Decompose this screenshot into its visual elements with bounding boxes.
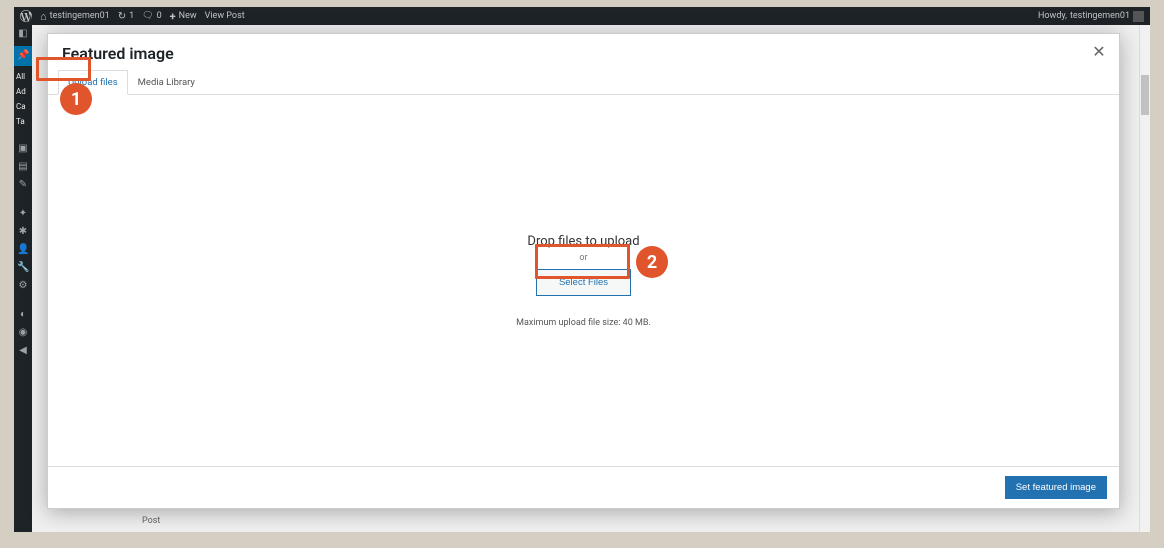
- admin-bar-right: Howdy, testingemen01: [1038, 11, 1144, 22]
- site-name-text: testingemen01: [50, 11, 110, 21]
- select-files-label: Select Files: [559, 277, 608, 288]
- updates-link[interactable]: 1: [118, 11, 134, 22]
- background-text: Post: [142, 516, 160, 526]
- scrollbar-track[interactable]: [1139, 25, 1150, 532]
- new-content-link[interactable]: New: [170, 10, 197, 23]
- view-post-link[interactable]: View Post: [205, 11, 245, 21]
- admin-bar-left: testingemen01 1 0 New View Post: [20, 10, 245, 23]
- plugins-icon[interactable]: ✱: [17, 226, 29, 238]
- modal-title: Featured image: [62, 44, 1105, 63]
- browser-window: testingemen01 1 0 New View Post Howdy, t…: [14, 7, 1150, 532]
- or-text: or: [579, 253, 587, 263]
- set-featured-image-button[interactable]: Set featured image: [1005, 476, 1107, 499]
- wp-admin-bar: testingemen01 1 0 New View Post Howdy, t…: [14, 7, 1150, 25]
- sidebar-item[interactable]: Ca: [14, 102, 32, 111]
- avatar-icon: [1133, 11, 1144, 22]
- howdy-account[interactable]: Howdy, testingemen01: [1038, 11, 1144, 22]
- posts-menu[interactable]: 📌: [14, 46, 32, 66]
- appearance-icon[interactable]: ✦: [17, 208, 29, 220]
- site-name-link[interactable]: testingemen01: [40, 10, 110, 23]
- close-icon: ✕: [1092, 42, 1105, 61]
- pin-icon: 📌: [17, 50, 29, 62]
- featured-image-modal: Featured image ✕ Upload files Media Libr…: [47, 33, 1120, 509]
- upload-dropzone[interactable]: Drop files to upload or Select Files Max…: [48, 95, 1119, 466]
- update-icon: [118, 11, 126, 22]
- howdy-text: Howdy,: [1038, 11, 1067, 21]
- comment-icon: [142, 11, 153, 21]
- scrollbar-thumb[interactable]: [1141, 75, 1149, 115]
- drop-instruction-text: Drop files to upload: [527, 234, 639, 249]
- sidebar-item[interactable]: All: [14, 72, 32, 81]
- modal-tabs: Upload files Media Library: [48, 69, 1119, 95]
- admin-sidebar: ◧ 📌 All Ad Ca Ta ▣ ▤ ✎ ✦ ✱ 👤 🔧 ⚙ ◐ ◉ ◀: [14, 25, 32, 532]
- max-upload-size-text: Maximum upload file size: 40 MB.: [516, 318, 651, 328]
- comments-icon[interactable]: ✎: [17, 179, 29, 191]
- sidebar-item[interactable]: Ta: [14, 117, 32, 126]
- tab-upload-files[interactable]: Upload files: [58, 70, 128, 95]
- extra-icon[interactable]: ◐: [17, 309, 29, 321]
- howdy-username: testingemen01: [1070, 11, 1130, 21]
- home-icon: [40, 10, 47, 23]
- tools-icon[interactable]: 🔧: [17, 262, 29, 274]
- media-icon[interactable]: ▣: [17, 143, 29, 155]
- modal-header: Featured image ✕: [48, 34, 1119, 69]
- modal-footer: Set featured image: [48, 466, 1119, 508]
- comments-link[interactable]: 0: [142, 11, 162, 21]
- dashboard-icon[interactable]: ◧: [17, 28, 29, 40]
- collapse-icon[interactable]: ◀: [17, 345, 29, 357]
- plus-icon: [170, 10, 176, 23]
- comments-count: 0: [157, 11, 162, 21]
- modal-close-button[interactable]: ✕: [1089, 42, 1109, 62]
- pages-icon[interactable]: ▤: [17, 161, 29, 173]
- new-label: New: [179, 11, 197, 21]
- wp-logo-menu[interactable]: [20, 10, 32, 22]
- tab-library-label: Media Library: [138, 77, 195, 88]
- tab-upload-label: Upload files: [68, 77, 118, 88]
- tab-media-library[interactable]: Media Library: [128, 70, 205, 95]
- wordpress-logo-icon: [20, 10, 32, 22]
- users-icon[interactable]: 👤: [17, 244, 29, 256]
- sidebar-item[interactable]: Ad: [14, 87, 32, 96]
- settings-icon[interactable]: ⚙: [17, 280, 29, 292]
- select-files-button[interactable]: Select Files: [536, 269, 631, 296]
- updates-count: 1: [129, 11, 134, 21]
- set-featured-image-label: Set featured image: [1016, 482, 1096, 493]
- extra-icon-2[interactable]: ◉: [17, 327, 29, 339]
- view-post-label: View Post: [205, 11, 245, 21]
